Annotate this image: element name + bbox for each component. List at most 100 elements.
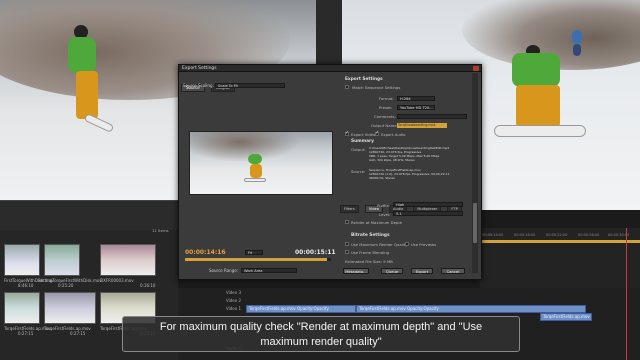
output-summary-line: AAC, 320 kbps, 48 kHz, Stereo [369, 158, 415, 162]
use-previews-checkbox[interactable] [405, 242, 409, 246]
timeline-clip[interactable]: TorqeFirstFields.ap.mov [V] [540, 313, 592, 321]
clip-label: TorqeFirstFields.ap.mov Opacity:Opacity [359, 306, 439, 311]
source-range-dropdown[interactable]: Work Area [241, 268, 297, 273]
source-summary-label: Source: [351, 169, 366, 174]
snowboarder-jacket [572, 30, 582, 44]
settings-scrollbar[interactable] [472, 73, 478, 273]
project-clip-duration: 8:46:10 [18, 283, 34, 288]
timeline-clip[interactable]: TorqeFirstFields.ap.mov Opacity:Opacity [356, 305, 586, 313]
project-thumbnail[interactable] [100, 244, 156, 276]
source-timeline-strip[interactable] [0, 200, 178, 230]
level-label: Level: [379, 212, 391, 217]
source-output-tabs: Source Output [181, 74, 236, 92]
track-label-video-3: Video 3 [226, 290, 242, 295]
timeline-ruler[interactable]: 00:00:14:00 00:00:18:00 00:00:22:00 00:0… [480, 228, 640, 288]
export-settings-dialog: Export Settings Source Output Source Sca… [178, 64, 482, 280]
export-button[interactable]: Export [411, 268, 433, 274]
caption-line-1: For maximum quality check "Render at max… [159, 321, 483, 333]
output-summary-label: Output: [351, 147, 366, 152]
ruler-tick: 00:00:18:00 [514, 233, 536, 237]
project-clip-duration: 0:27:15 [70, 331, 86, 336]
max-render-quality-checkbox[interactable] [345, 242, 349, 246]
snowboarder-jacket [248, 154, 262, 164]
render-max-depth-label: Render at Maximum Depth [351, 220, 403, 225]
estimated-file-size: Estimated File Size: 9 MB [345, 259, 393, 264]
export-preview [189, 131, 333, 195]
project-clip-name: DXFR00003.mov [100, 278, 134, 283]
project-clip-duration: 0:16:10 [140, 283, 156, 288]
fit-dropdown[interactable]: Fit [245, 250, 263, 255]
cancel-button[interactable]: Cancel [441, 268, 465, 274]
work-area-bar[interactable] [480, 240, 640, 243]
comments-label: Comments: [374, 114, 396, 119]
format-dropdown[interactable]: H.264 [397, 96, 435, 101]
project-thumbnail[interactable] [44, 292, 96, 324]
timeline-playhead[interactable] [626, 228, 627, 360]
project-item-count: 11 Items [152, 228, 169, 233]
profile-dropdown[interactable]: High [393, 202, 463, 207]
export-video-label: Export Video [351, 132, 376, 137]
snowboard [244, 178, 266, 182]
timecode-duration: 00:00:15:11 [295, 249, 336, 256]
timeline-clip[interactable]: TorqeFirstFields.ap.mov Opacity:Opacity [246, 305, 356, 313]
bitrate-settings-heading: Bitrate Settings [351, 233, 390, 238]
summary-heading: Summary [351, 139, 374, 144]
output-name-label: Output Name: [371, 123, 398, 128]
export-audio-label: Export Audio [381, 132, 406, 137]
comments-input[interactable] [397, 114, 467, 119]
snow-hill [190, 132, 300, 162]
match-sequence-checkbox[interactable] [345, 85, 349, 89]
scrollbar-thumb[interactable] [473, 203, 477, 243]
project-clip-duration: 0:27:15 [18, 331, 34, 336]
snowboarder-pants [76, 71, 98, 119]
close-icon[interactable] [473, 66, 479, 71]
profile-label: Profile: [377, 203, 391, 208]
track-label-video-1: Video 1 [226, 306, 242, 311]
queue-button[interactable]: Queue [381, 268, 403, 274]
clip-label: TorqeFirstFields.ap.mov Opacity:Opacity [249, 306, 329, 311]
ruler-tick: 00:00:14:00 [482, 233, 504, 237]
ruler-tick: 00:00:22:00 [546, 233, 568, 237]
level-dropdown[interactable]: 5.1 [393, 211, 463, 216]
export-settings-heading: Export Settings [345, 77, 383, 82]
export-video-checkbox[interactable] [345, 130, 349, 136]
snowboarder-jacket [68, 37, 96, 73]
preset-dropdown[interactable]: YouTube HD 720... [397, 105, 435, 110]
max-render-quality-label: Use Maximum Render Quality [351, 242, 408, 247]
scrub-fill [185, 258, 327, 261]
use-previews-label: Use Previews [411, 242, 437, 247]
snowboard [83, 113, 115, 133]
match-sequence-label: Match Sequence Settings [352, 85, 401, 90]
source-scaling-dropdown[interactable]: Scale To Fit [215, 83, 285, 88]
source-range-label: Source Range: [209, 268, 239, 273]
render-max-depth-checkbox[interactable] [345, 220, 349, 224]
source-scaling-label: Source Scaling: [183, 83, 214, 88]
project-clip-duration: 0:25:20 [58, 283, 74, 288]
editor-workspace: 11 Items FirstTorqueWithDisk.mov 8:46:10… [0, 0, 640, 360]
scrub-bar[interactable] [185, 258, 331, 261]
snowboard [494, 125, 586, 137]
caption-line-2: maximum render quality" [260, 336, 382, 348]
export-audio-checkbox[interactable] [375, 130, 379, 136]
ruler-tick: 00:00:26:00 [578, 233, 600, 237]
project-thumbnail[interactable] [4, 244, 40, 276]
snowboarder-jacket [512, 53, 560, 87]
track-label-video-2: Video 2 [226, 298, 242, 303]
source-summary-line: 48000 Hz, Stereo [369, 176, 396, 180]
project-thumbnail[interactable] [4, 292, 40, 324]
snowboarder-pants [573, 44, 581, 56]
dialog-title: Export Settings [179, 65, 481, 72]
frame-blending-checkbox[interactable] [345, 250, 349, 254]
format-label: Format: [379, 96, 394, 101]
output-name-value: TorqSnowboarding.mp4 [398, 123, 436, 127]
snowboarder-pants [516, 85, 560, 127]
project-thumbnail[interactable] [44, 244, 80, 276]
tab-filters[interactable]: Filters [340, 205, 359, 213]
preset-label: Preset: [379, 105, 393, 110]
timecode-current[interactable]: 00:00:14:16 [185, 249, 226, 256]
metadata-button[interactable]: Metadata... [343, 268, 369, 274]
frame-blending-label: Use Frame Blending [351, 250, 390, 255]
tutorial-caption: For maximum quality check "Render at max… [122, 316, 520, 352]
clip-label: TorqeFirstFields.ap.mov [V] [543, 314, 591, 319]
snowboarder-pants [250, 164, 262, 178]
